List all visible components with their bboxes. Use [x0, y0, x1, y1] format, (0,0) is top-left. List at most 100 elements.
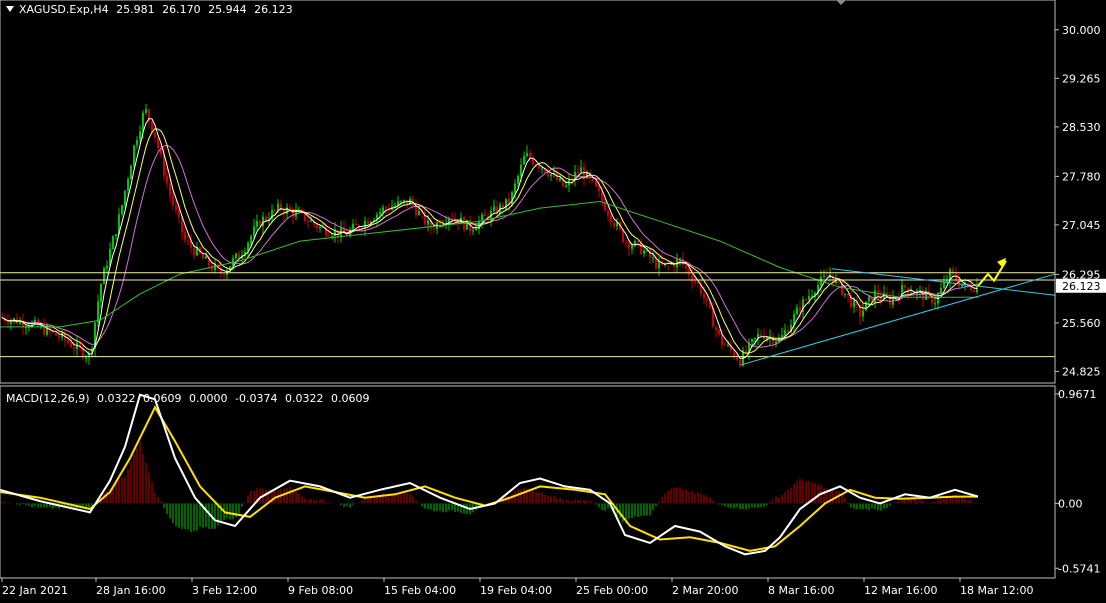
candle-body	[58, 335, 60, 338]
candle-body	[853, 300, 855, 308]
candle-body	[862, 310, 864, 317]
candle-body	[688, 267, 690, 276]
macd-value-5: 0.0322	[285, 392, 324, 405]
candle-body	[259, 220, 261, 227]
candle-body	[556, 173, 558, 181]
candle-body	[274, 209, 276, 211]
candle-body	[367, 220, 369, 225]
candle-body	[427, 220, 429, 225]
candle-body	[316, 224, 318, 229]
macd-tick-label: -0.5741	[1058, 562, 1100, 575]
candle-body	[250, 236, 252, 243]
price-tick-label: 27.045	[1062, 219, 1101, 232]
candle-body	[493, 206, 495, 211]
candle-body	[124, 190, 126, 206]
candle-body	[559, 178, 561, 181]
price-tick-label: 25.560	[1062, 317, 1101, 330]
candle-body	[868, 296, 870, 302]
candle-body	[328, 235, 330, 237]
candle-body	[145, 109, 147, 113]
macd-value-4: -0.0374	[235, 392, 278, 405]
candle-body	[133, 145, 135, 166]
candle-body	[823, 275, 825, 277]
candle-body	[715, 327, 717, 330]
candle-body	[682, 258, 684, 265]
candle-body	[763, 335, 765, 340]
candle-body	[175, 205, 177, 210]
candle-body	[481, 214, 483, 222]
candle-body	[310, 220, 312, 222]
time-tick-label: 25 Feb 00:00	[576, 584, 648, 597]
price-tick-label: 24.825	[1062, 365, 1101, 378]
candle-body	[115, 234, 117, 237]
candle-body	[253, 226, 255, 237]
close-value: 26.123	[254, 3, 293, 16]
candle-body	[385, 207, 387, 209]
candle-body	[787, 330, 789, 333]
time-tick-label: 28 Jan 16:00	[96, 584, 166, 597]
time-tick-label: 2 Mar 20:00	[672, 584, 738, 597]
macd-tick-label: 0.9671	[1058, 388, 1097, 401]
candle-body	[472, 230, 474, 232]
candle-body	[169, 182, 171, 196]
candle-body	[514, 183, 516, 193]
candle-body	[637, 241, 639, 243]
candle-body	[607, 210, 609, 216]
candle-body	[394, 205, 396, 207]
candle-body	[595, 180, 597, 187]
candle-body	[256, 220, 258, 227]
candle-body	[187, 240, 189, 242]
candle-body	[112, 236, 114, 250]
candle-body	[847, 293, 849, 296]
time-tick-label: 8 Mar 16:00	[768, 584, 834, 597]
candle-body	[946, 280, 948, 282]
candle-body	[154, 132, 156, 138]
chart-header[interactable]: XAGUSD.Exp,H4 25.981 26.170 25.944 26.12…	[6, 3, 297, 16]
candle-body	[7, 321, 9, 324]
candle-body	[724, 344, 726, 346]
candle-body	[808, 296, 810, 300]
candle-body	[652, 257, 654, 259]
candle-body	[547, 172, 549, 177]
candle-body	[628, 242, 630, 249]
chart-canvas[interactable]: 30.00029.26528.53027.78027.04526.29525.5…	[0, 0, 1106, 599]
candle-body	[379, 211, 381, 215]
candle-body	[703, 293, 705, 299]
candle-body	[523, 156, 525, 165]
candle-body	[265, 216, 267, 220]
dropdown-icon[interactable]	[6, 6, 14, 12]
candle-body	[136, 140, 138, 146]
open-value: 25.981	[116, 3, 155, 16]
trading-terminal: 30.000 29.265 28.530 27.780 27.045 26.295 25.5…	[0, 0, 1106, 599]
candle-body	[526, 153, 528, 157]
time-tick-label: 15 Feb 04:00	[384, 584, 456, 597]
candle-body	[826, 275, 828, 277]
macd-tick-label: 0.00	[1058, 497, 1083, 510]
candle-body	[625, 242, 627, 244]
candle-body	[157, 137, 159, 149]
candle-body	[172, 195, 174, 206]
candle-body	[178, 209, 180, 217]
candle-body	[811, 295, 813, 297]
macd-value-3: 0.0000	[189, 392, 228, 405]
price-tick-label: 30.000	[1062, 24, 1101, 37]
candle-body	[784, 330, 786, 336]
candle-body	[799, 307, 801, 312]
candle-body	[517, 176, 519, 184]
candle-body	[400, 201, 402, 203]
time-tick-label: 19 Feb 04:00	[480, 584, 552, 597]
candle-body	[538, 165, 540, 169]
candle-body	[484, 214, 486, 216]
candle-body	[796, 307, 798, 315]
candle-body	[934, 303, 936, 305]
candle-body	[403, 199, 405, 202]
candle-body	[307, 221, 309, 223]
high-value: 26.170	[162, 3, 201, 16]
current-price-label: 26.123	[1062, 280, 1101, 293]
candle-body	[565, 185, 567, 187]
candle-body	[532, 158, 534, 165]
candle-body	[805, 299, 807, 301]
candle-body	[235, 253, 237, 259]
candle-body	[541, 168, 543, 170]
low-value: 25.944	[208, 3, 247, 16]
